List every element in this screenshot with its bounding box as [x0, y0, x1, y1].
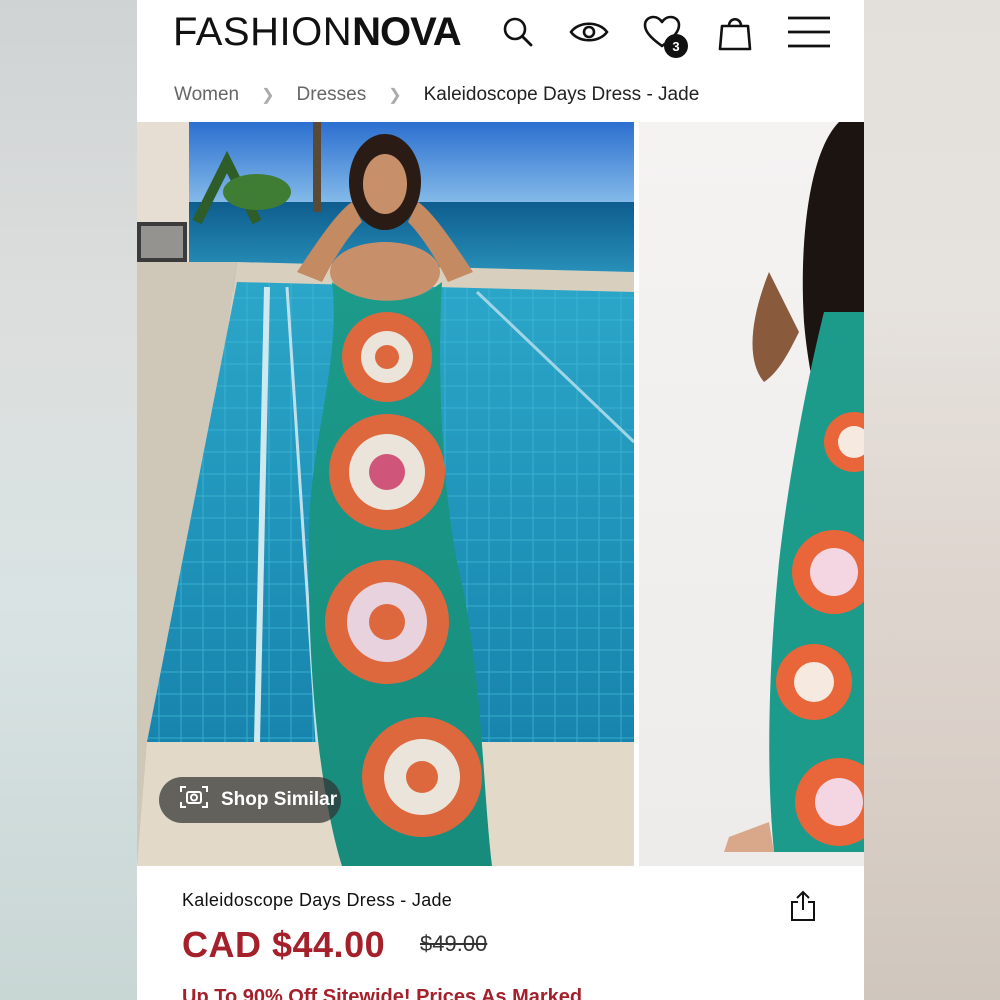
- chevron-right-icon: ❯: [388, 87, 402, 104]
- background-blur-left: [0, 0, 137, 1000]
- breadcrumb-current: Kaleidoscope Days Dress - Jade: [423, 84, 700, 105]
- product-image-secondary[interactable]: [639, 122, 864, 866]
- shop-similar-button[interactable]: Shop Similar: [159, 777, 341, 823]
- logo-text-fashion: FASHION: [173, 10, 353, 54]
- app-screen: FASHIONNOVA 3 Women ❯ Dresses ❯ Kaleidos…: [137, 0, 864, 1000]
- breadcrumb-dresses[interactable]: Dresses: [297, 84, 367, 106]
- chevron-right-icon: ❯: [261, 87, 275, 104]
- product-image-main[interactable]: Shop Similar: [137, 122, 634, 866]
- product-title: Kaleidoscope Days Dress - Jade: [182, 890, 453, 910]
- share-icon[interactable]: [789, 890, 817, 922]
- eye-icon[interactable]: [569, 12, 609, 52]
- sale-price: CAD $44.00: [182, 924, 386, 965]
- poolside-photo: [137, 122, 634, 866]
- wishlist-count-badge: 3: [664, 34, 688, 58]
- logo-text-nova: NOVA: [352, 10, 462, 54]
- studio-photo: [724, 122, 864, 852]
- background-blur-right: [864, 0, 1000, 1000]
- brand-logo[interactable]: FASHIONNOVA: [173, 10, 462, 55]
- shop-similar-label: Shop Similar: [221, 789, 338, 810]
- compare-at-price: $49.00: [420, 931, 488, 956]
- top-header: FASHIONNOVA 3: [137, 0, 864, 66]
- bag-icon[interactable]: [715, 12, 755, 52]
- breadcrumb: Women ❯ Dresses ❯ Kaleidoscope Days Dres…: [174, 82, 699, 108]
- camera-scan-icon: [179, 784, 209, 816]
- menu-icon[interactable]: [787, 12, 831, 52]
- search-icon[interactable]: [498, 12, 538, 52]
- breadcrumb-women[interactable]: Women: [174, 84, 239, 106]
- promo-link[interactable]: Up To 90% Off Sitewide! Prices As Marked: [182, 986, 582, 1000]
